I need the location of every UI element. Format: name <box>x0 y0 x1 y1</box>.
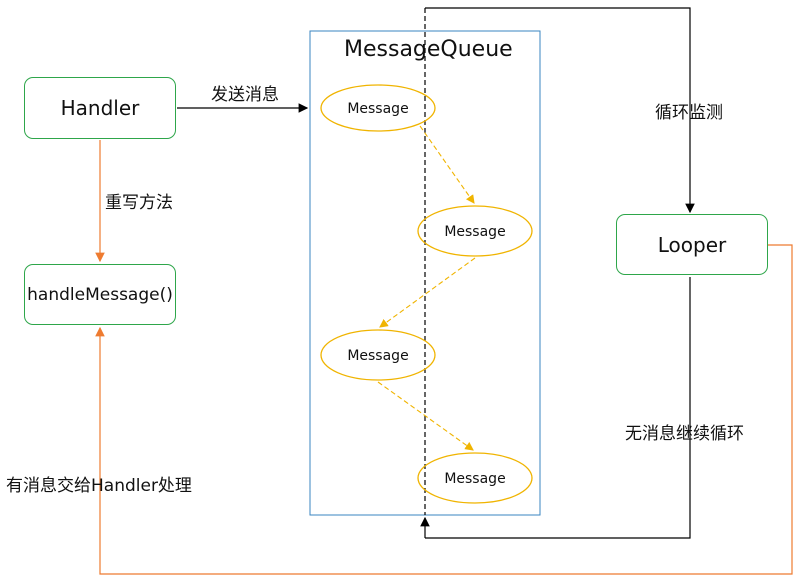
message-label-1: Message <box>347 101 409 117</box>
override-label: 重写方法 <box>105 193 173 213</box>
looper-box: Looper <box>616 214 768 275</box>
message-label-3: Message <box>347 348 409 364</box>
message-link-2 <box>379 257 476 328</box>
dispatch-line <box>95 244 793 575</box>
handle-message-box: handleMessage() <box>24 264 176 325</box>
send-message-label: 发送消息 <box>211 85 279 105</box>
message-queue-title: MessageQueue <box>344 37 513 62</box>
looper-loop-line <box>425 277 691 539</box>
message-label-2: Message <box>444 224 506 240</box>
looper-label: Looper <box>657 232 727 257</box>
has-message-label: 有消息交给Handler处理 <box>6 476 192 496</box>
handler-label: Handler <box>60 96 140 120</box>
message-label-4: Message <box>444 471 506 487</box>
no-message-label: 无消息继续循环 <box>625 424 744 444</box>
loop-monitor-label: 循环监测 <box>655 103 723 123</box>
handler-box: Handler <box>24 77 176 139</box>
handle-message-label: handleMessage() <box>27 284 173 305</box>
message-link-1 <box>419 125 475 204</box>
